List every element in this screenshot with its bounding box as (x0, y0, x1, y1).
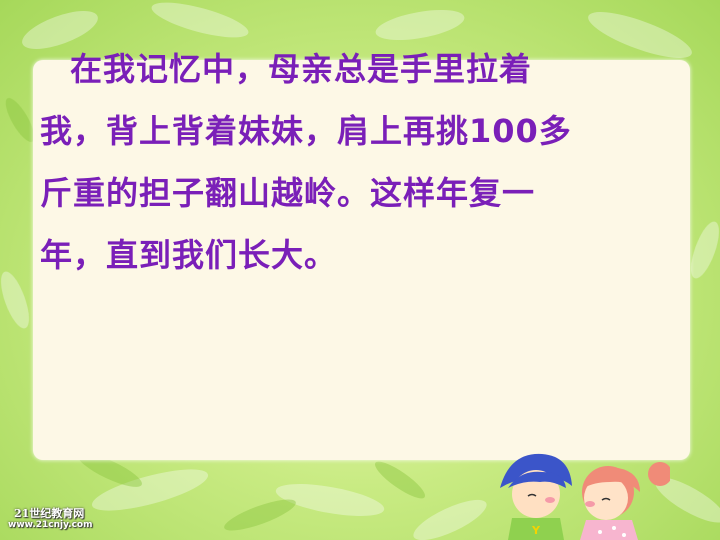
paragraph-line-4: 年，直到我们长大。 (40, 236, 338, 274)
watermark-name: 21世纪教育网 (14, 507, 85, 520)
paragraph-line-3: 斤重的担子翻山越岭。这样年复一 (40, 174, 536, 212)
watermark-url: www.21cnjy.com (8, 520, 93, 530)
paragraph-line-2: 我，背上背着妹妹，肩上再挑100多 (40, 112, 572, 150)
slide-paragraph: 在我记忆中，母亲总是手里拉着 我，背上背着妹妹，肩上再挑100多 斤重的担子翻山… (40, 38, 680, 286)
paragraph-line-1: 在我记忆中，母亲总是手里拉着 (70, 50, 533, 88)
kissing-kids-icon: Y (500, 453, 670, 540)
site-watermark: 21世纪教育网 www.21cnjy.com (8, 505, 108, 535)
shirt-badge: Y (531, 524, 541, 537)
